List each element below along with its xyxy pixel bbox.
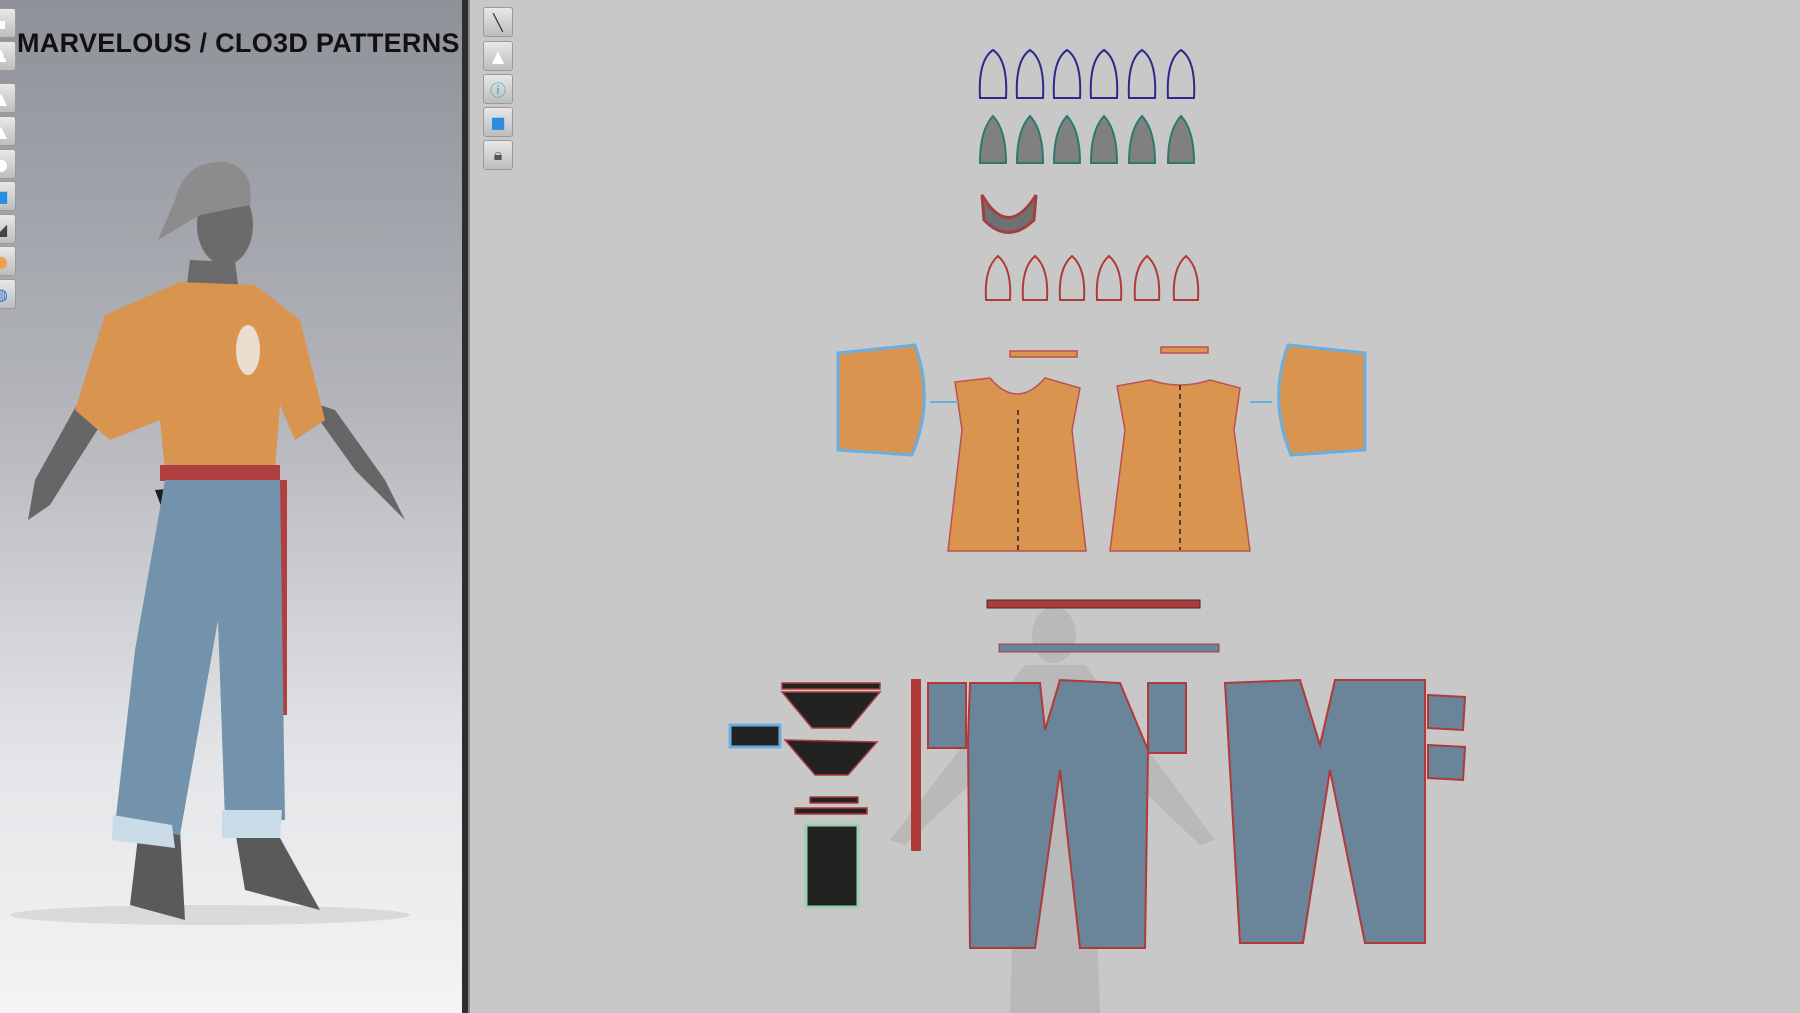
pattern-pieces [728,48,1467,1013]
belt-strap [986,599,1201,609]
cap-lining-pieces [984,254,1200,301]
cap-panels-filled [978,114,1196,164]
cap-panels-outline [978,48,1196,99]
bag-pieces [728,682,882,909]
waistband [998,643,1220,653]
cap-visor [980,194,1038,234]
tshirt-pieces [836,343,1367,552]
